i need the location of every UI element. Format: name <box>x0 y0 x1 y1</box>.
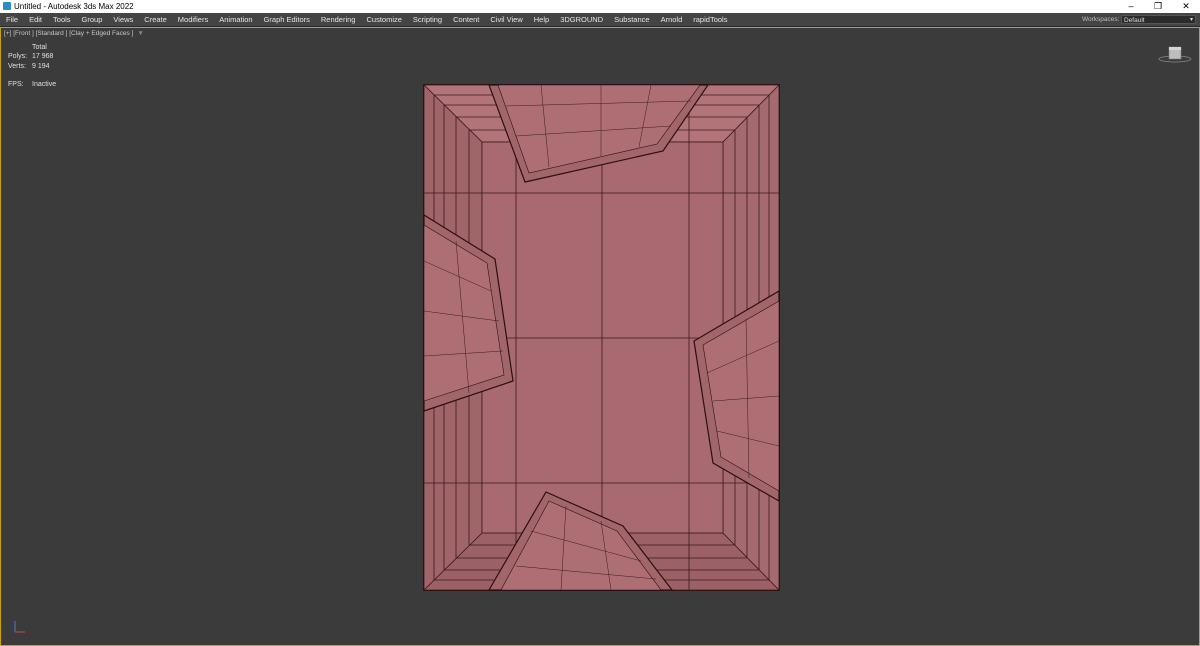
menu-modifiers[interactable]: Modifiers <box>178 15 208 24</box>
title-bar: Untitled - Autodesk 3ds Max 2022 – ❐ ✕ <box>0 0 1200 13</box>
menu-content[interactable]: Content <box>453 15 479 24</box>
app-icon <box>3 2 11 10</box>
front-viewport[interactable]: [+] [Front ] [Standard ] [Clay + Edged F… <box>0 27 1200 646</box>
menu-bar: File Edit Tools Group Views Create Modif… <box>0 13 1200 27</box>
menu-animation[interactable]: Animation <box>219 15 252 24</box>
axis-gizmo-icon <box>14 621 25 633</box>
menu-rendering[interactable]: Rendering <box>321 15 356 24</box>
workspaces-dropdown[interactable]: Default ▾ <box>1121 15 1196 24</box>
menu-help[interactable]: Help <box>534 15 549 24</box>
workspaces-value: Default <box>1124 17 1145 24</box>
menu-3dground[interactable]: 3DGROUND <box>560 15 603 24</box>
menu-scripting[interactable]: Scripting <box>413 15 442 24</box>
window-title: Untitled - Autodesk 3ds Max 2022 <box>14 2 134 11</box>
menu-views[interactable]: Views <box>113 15 133 24</box>
minimize-button[interactable]: – <box>1117 0 1145 13</box>
menu-substance[interactable]: Substance <box>614 15 649 24</box>
menu-graph-editors[interactable]: Graph Editors <box>264 15 310 24</box>
menu-tools[interactable]: Tools <box>53 15 71 24</box>
menu-customize[interactable]: Customize <box>366 15 401 24</box>
menu-group[interactable]: Group <box>82 15 103 24</box>
menu-arnold[interactable]: Arnold <box>661 15 683 24</box>
menu-edit[interactable]: Edit <box>29 15 42 24</box>
menu-file[interactable]: File <box>6 15 18 24</box>
clay-model[interactable] <box>1 28 1199 645</box>
restore-button[interactable]: ❐ <box>1144 0 1172 13</box>
workspaces-label: Workspaces: <box>1082 16 1120 23</box>
menu-rapidtools[interactable]: rapidTools <box>693 15 727 24</box>
close-button[interactable]: ✕ <box>1172 0 1200 13</box>
menu-civil-view[interactable]: Civil View <box>490 15 522 24</box>
chevron-down-icon: ▾ <box>1189 17 1193 23</box>
menu-create[interactable]: Create <box>144 15 167 24</box>
